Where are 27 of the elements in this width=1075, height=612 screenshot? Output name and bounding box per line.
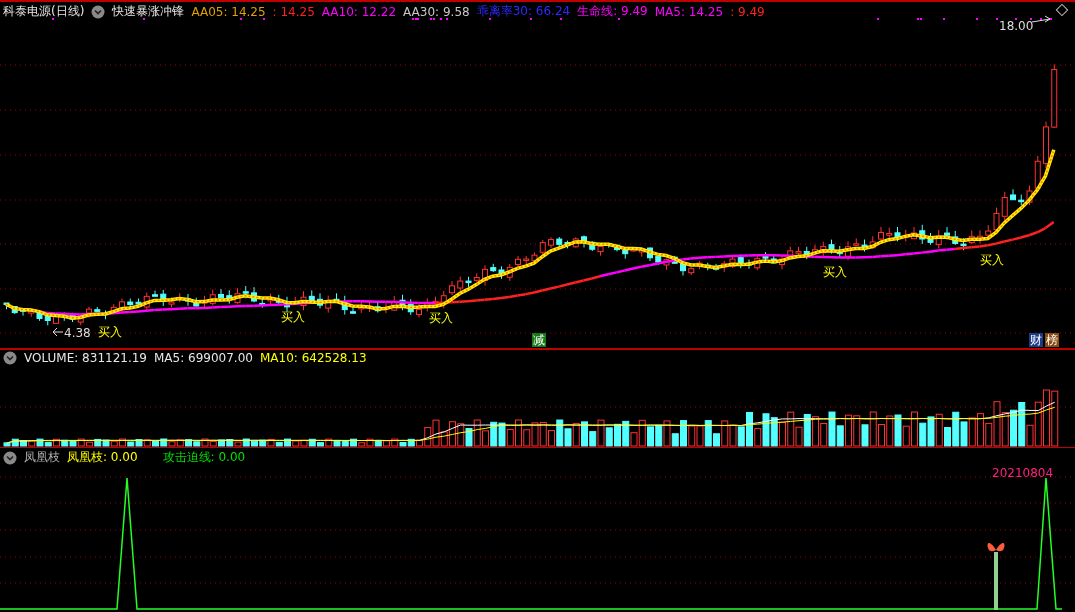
indicator-value: AA05: 14.25 [191,4,266,19]
indicator-value: 生命线: 9.49 [577,3,648,20]
indicator-title: 凤凰枝 [24,449,60,466]
buy-signal: 买入 [980,252,1004,269]
indicator-title: 快速暴涨冲锋 [112,3,185,20]
date-label: 20210804 [992,466,1054,480]
indicator-value: 凤凰枝: 0.00 [67,449,138,466]
indicator-value: : 9.49 [730,4,765,19]
buy-signal: 买入 [281,309,305,326]
volume-value: VOLUME: 831121.19 [24,351,147,365]
event-tag[interactable]: 减 [532,333,546,347]
indicator-value: : 14.25 [272,4,315,19]
event-tag[interactable]: 财 [1029,333,1043,347]
indicator-value: MA5: 14.25 [654,4,724,19]
indicator-value: 乖离率30: 66.24 [476,3,571,20]
price-label: 18.00 [999,19,1034,33]
stock-title: 科泰电源(日线) [3,3,85,20]
indicator-value: 攻击迫线: 0.00 [162,449,246,466]
price-label: 4.38 [64,326,91,340]
indicator-value: AA10: 12.22 [321,4,397,19]
buy-signal: 买入 [429,310,453,327]
volume-value: MA10: 642528.13 [259,351,367,365]
indicator-value: AA30: 9.58 [403,4,470,19]
event-tag[interactable]: 榜 [1045,333,1059,347]
buy-signal: 买入 [823,264,847,281]
buy-signal: 买入 [98,324,122,341]
volume-value: MA5: 699007.00 [154,351,253,365]
